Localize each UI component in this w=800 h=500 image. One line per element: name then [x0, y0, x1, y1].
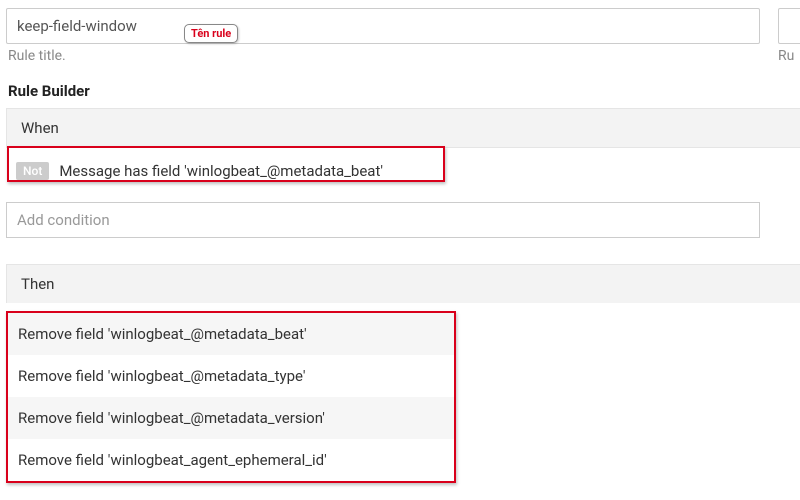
action-row[interactable]: Remove field 'winlogbeat_@metadata_versi… — [8, 397, 454, 439]
right-helper: Ru — [778, 48, 800, 64]
add-condition-input[interactable]: Add condition — [6, 202, 760, 238]
action-row[interactable]: Remove field 'winlogbeat_@metadata_type' — [8, 355, 454, 397]
right-input[interactable] — [778, 8, 800, 44]
not-button[interactable]: Not — [16, 162, 49, 180]
add-condition-placeholder: Add condition — [17, 211, 110, 229]
when-header: When — [7, 109, 800, 147]
actions-highlight: Remove field 'winlogbeat_@metadata_beat'… — [6, 311, 456, 483]
condition-text: Message has field 'winlogbeat_@metadata_… — [59, 162, 383, 180]
then-header: Then — [6, 264, 800, 303]
callout-label: Tên rule — [184, 24, 238, 43]
rule-builder-title: Rule Builder — [6, 82, 800, 100]
rule-title-value: keep-field-window — [17, 17, 137, 35]
action-row[interactable]: Remove field 'winlogbeat_@metadata_beat' — [8, 313, 454, 355]
action-row[interactable]: Remove field 'winlogbeat_agent_ephemeral… — [8, 439, 454, 481]
rule-title-helper: Rule title. — [6, 48, 760, 64]
rule-title-input[interactable]: keep-field-window — [6, 8, 760, 44]
condition-row[interactable]: Not Message has field 'winlogbeat_@metad… — [6, 154, 800, 188]
